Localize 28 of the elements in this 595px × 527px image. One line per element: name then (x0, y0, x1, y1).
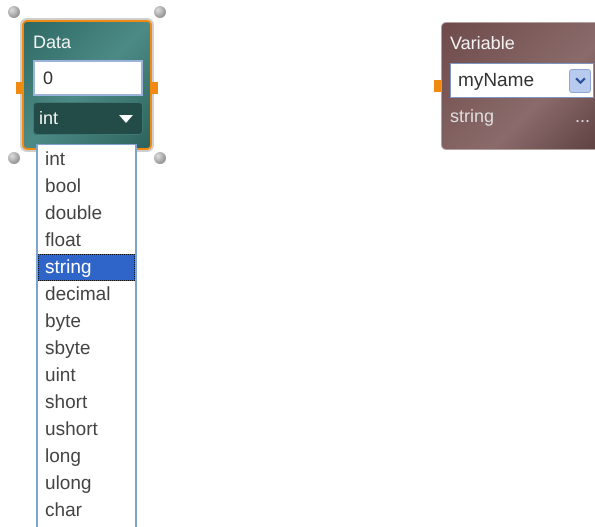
dropdown-option[interactable]: ulong (38, 470, 135, 497)
dropdown-option[interactable]: uint (38, 362, 135, 389)
dropdown-option[interactable]: decimal (38, 281, 135, 308)
variable-node[interactable]: Variable myName string ... (441, 22, 595, 150)
type-dropdown[interactable]: int (33, 102, 143, 135)
dropdown-option[interactable]: float (38, 227, 135, 254)
more-button[interactable]: ... (574, 106, 594, 127)
resize-handle[interactable] (154, 6, 166, 18)
resize-handle[interactable] (8, 6, 20, 18)
value-field[interactable]: 0 (33, 60, 143, 96)
dropdown-option[interactable]: short (38, 389, 135, 416)
chevron-icon[interactable] (569, 68, 591, 92)
node-title: Variable (450, 32, 516, 55)
dropdown-option[interactable]: bool (38, 173, 135, 200)
dropdown-option[interactable]: byte (38, 308, 135, 335)
dropdown-option[interactable]: double (38, 200, 135, 227)
caret-icon (119, 114, 133, 122)
name-dropdown[interactable]: myName (450, 63, 594, 98)
dropdown-option[interactable]: char (38, 497, 135, 524)
dropdown-option[interactable]: long (38, 443, 135, 470)
resize-handle[interactable] (8, 152, 20, 164)
resize-handle[interactable] (154, 152, 166, 164)
type-label: string (450, 106, 494, 127)
data-node[interactable]: Data 0 int (22, 20, 152, 150)
node-title: Data (33, 31, 72, 54)
dropdown-option[interactable]: string (38, 254, 135, 281)
dropdown-option[interactable]: ushort (38, 416, 135, 443)
dropdown-option[interactable]: sbyte (38, 335, 135, 362)
